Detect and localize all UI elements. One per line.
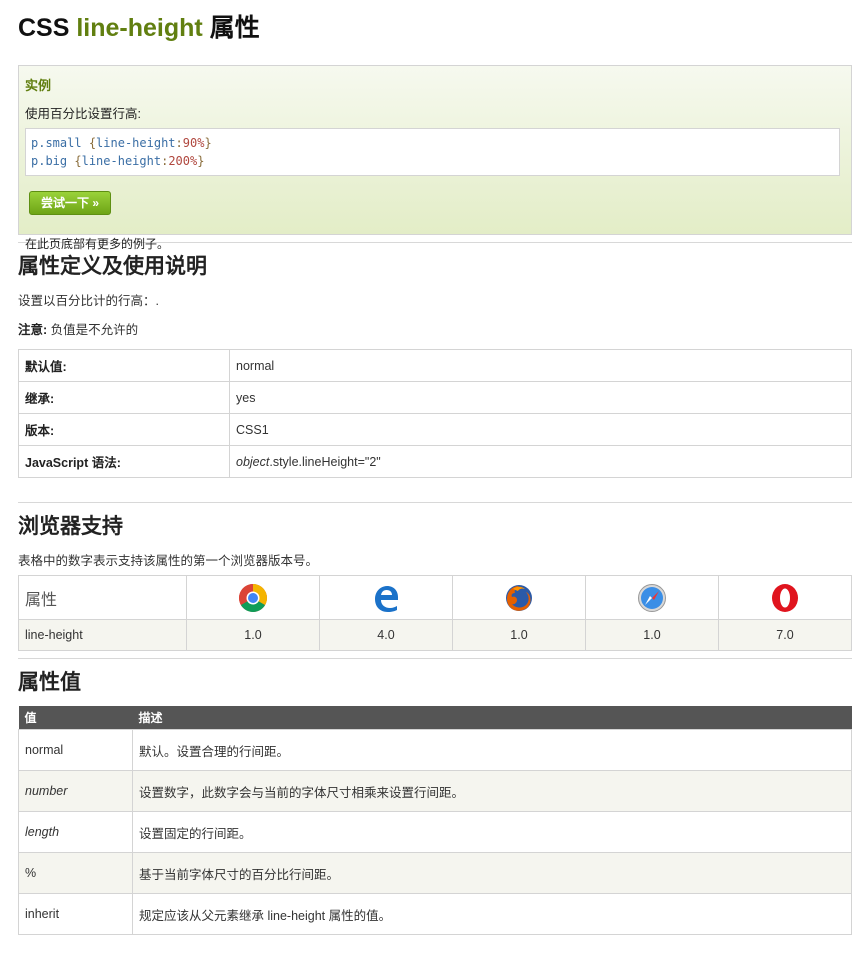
version-cell: 1.0 (186, 619, 320, 651)
edge-icon (375, 585, 398, 612)
browser-support-section: 浏览器支持 表格中的数字表示支持该属性的第一个浏览器版本号。 属性 line-h… (18, 502, 852, 651)
value-cell: length (18, 811, 133, 853)
firefox-icon (506, 584, 532, 611)
table-row: line-height 1.0 4.0 1.0 1.0 7.0 (18, 619, 852, 651)
row-key: 版本: (18, 413, 230, 446)
table-header-row: 值 描述 (18, 706, 852, 730)
browser-table: 属性 line-height 1.0 4.0 1.0 1.0 7.0 (18, 575, 852, 651)
desc-cell: 基于当前字体尺寸的百分比行间距。 (132, 852, 852, 894)
table-header-row: 属性 (18, 575, 852, 620)
value-italic: object (236, 454, 270, 469)
page-title: CSS line-height 属性 (18, 0, 852, 44)
values-heading: 属性值 (18, 671, 81, 694)
browser-support-description: 表格中的数字表示支持该属性的第一个浏览器版本号。 (18, 554, 319, 568)
row-value: object.style.lineHeight="2" (229, 445, 852, 478)
desc-cell: 默认。设置合理的行间距。 (132, 729, 852, 771)
value-cell: normal (18, 729, 133, 771)
browser-cell (585, 575, 719, 620)
desc-cell: 设置固定的行间距。 (132, 811, 852, 853)
note-text: 负值是不允许的 (50, 323, 139, 337)
row-label: line-height (18, 619, 187, 651)
example-box: 实例 使用百分比设置行高: p.small {line-height:90%} … (18, 65, 852, 251)
browser-cell (452, 575, 586, 620)
browser-cell (319, 575, 453, 620)
definition-heading: 属性定义及使用说明 (18, 255, 207, 278)
table-row: 继承: yes (18, 381, 852, 414)
table-row: JavaScript 语法: object.style.lineHeight="… (18, 445, 852, 478)
version-cell: 7.0 (718, 619, 852, 651)
table-row: number 设置数字，此数字会与当前的字体尺寸相乘来设置行间距。 (18, 770, 852, 812)
header-label: 属性 (18, 575, 187, 620)
browser-support-heading: 浏览器支持 (18, 515, 123, 538)
page: CSS line-height 属性 实例 使用百分比设置行高: p.small… (0, 0, 852, 935)
row-value: CSS1 (229, 413, 852, 446)
divider (18, 502, 852, 503)
row-key: 继承: (18, 381, 230, 414)
values-table: 值 描述 normal 默认。设置合理的行间距。 number 设置数字，此数字… (18, 706, 852, 935)
example-footer: 在此页底部有更多的例子。 (25, 237, 170, 251)
values-section: 属性值 值 描述 normal 默认。设置合理的行间距。 number 设置数字… (18, 658, 852, 935)
table-row: % 基于当前字体尺寸的百分比行间距。 (18, 852, 852, 894)
title-suffix: 属性 (209, 14, 260, 42)
note-label: 注意: (18, 323, 48, 337)
definition-description: 设置以百分比计的行高：. (18, 294, 159, 308)
code-block: p.small {line-height:90%} p.big {line-he… (25, 128, 840, 176)
table-row: 默认值: normal (18, 349, 852, 382)
table-row: 版本: CSS1 (18, 413, 852, 446)
browser-cell (718, 575, 852, 620)
try-it-button[interactable]: 尝试一下 » (29, 191, 112, 215)
definition-section: 属性定义及使用说明 设置以百分比计的行高：. 注意: 负值是不允许的 默认值: … (18, 253, 852, 478)
value-cell: % (18, 852, 133, 894)
code-line: p.small {line-height:90%} (31, 136, 212, 150)
desc-cell: 规定应该从父元素继承 line-height 属性的值。 (132, 893, 852, 935)
value-cell: number (18, 770, 133, 812)
opera-icon (772, 583, 798, 612)
note: 注意: 负值是不允许的 (18, 319, 852, 338)
version-cell: 1.0 (452, 619, 586, 651)
row-value: yes (229, 381, 852, 414)
table-row: inherit 规定应该从父元素继承 line-height 属性的值。 (18, 893, 852, 935)
row-key: JavaScript 语法: (18, 445, 230, 478)
version-cell: 4.0 (319, 619, 453, 651)
row-key: 默认值: (18, 349, 230, 382)
title-highlight: line-height (76, 14, 203, 42)
example-description: 使用百分比设置行高: (25, 107, 141, 121)
column-header-value: 值 (18, 706, 133, 730)
safari-icon (638, 583, 666, 612)
value-rest: .style.lineHeight="2" (269, 454, 381, 469)
desc-cell: 设置数字，此数字会与当前的字体尺寸相乘来设置行间距。 (132, 770, 852, 812)
table-row: length 设置固定的行间距。 (18, 811, 852, 853)
table-row: normal 默认。设置合理的行间距。 (18, 729, 852, 771)
row-value: normal (229, 349, 852, 382)
example-title: 实例 (25, 78, 52, 93)
definition-table: 默认值: normal 继承: yes 版本: CSS1 JavaScript … (18, 349, 852, 478)
title-prefix: CSS (18, 14, 70, 42)
chrome-icon (239, 583, 267, 612)
divider (18, 658, 852, 659)
code-line: p.big {line-height:200%} (31, 154, 205, 168)
value-cell: inherit (18, 893, 133, 935)
browser-cell (186, 575, 320, 620)
column-header-desc: 描述 (132, 706, 852, 730)
version-cell: 1.0 (585, 619, 719, 651)
